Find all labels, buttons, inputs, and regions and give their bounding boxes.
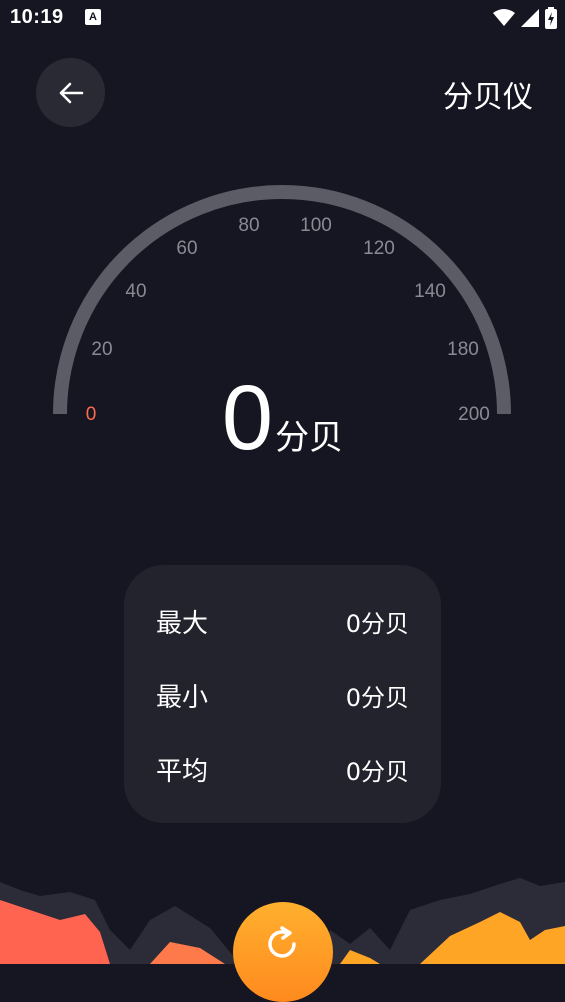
refresh-icon [268, 926, 296, 958]
notification-icon: A [85, 9, 101, 25]
tick-label: 140 [414, 281, 446, 302]
stat-max-value: 0分贝 [345, 609, 409, 638]
stat-max-label: 最大 [156, 608, 209, 639]
reading-value: 0 [221, 367, 274, 469]
stat-avg-row: 平均 0分贝 [156, 749, 409, 789]
status-time: 10:19 [10, 6, 64, 28]
battery-icon [545, 7, 557, 29]
system-icons [493, 7, 557, 29]
arrow-left-icon [59, 82, 83, 103]
page-title: 分贝仪 [443, 80, 533, 115]
tick-label: 100 [300, 215, 332, 236]
reading-unit: 分贝 [275, 418, 344, 458]
tick-label: 120 [363, 238, 395, 259]
tick-label: 20 [91, 339, 113, 360]
signal-icon [521, 9, 539, 27]
stat-min-label: 最小 [156, 682, 209, 713]
wifi-icon [493, 9, 515, 26]
current-reading: 0分贝 [0, 366, 565, 471]
stat-min-row: 最小 0分贝 [156, 675, 409, 715]
stat-avg-value: 0分贝 [345, 757, 409, 786]
tick-label: 80 [238, 215, 260, 236]
back-button[interactable] [36, 58, 105, 127]
reset-button[interactable] [233, 902, 333, 1002]
tick-label: 60 [176, 238, 198, 259]
stat-max-row: 最大 0分贝 [156, 601, 409, 641]
status-bar: 10:19 A [0, 0, 565, 38]
stat-min-value: 0分贝 [345, 683, 409, 712]
tick-label: 40 [125, 281, 147, 302]
stat-avg-label: 平均 [156, 756, 209, 787]
tick-label: 180 [447, 339, 479, 360]
stats-card: 最大 0分贝 最小 0分贝 平均 0分贝 [124, 565, 441, 823]
